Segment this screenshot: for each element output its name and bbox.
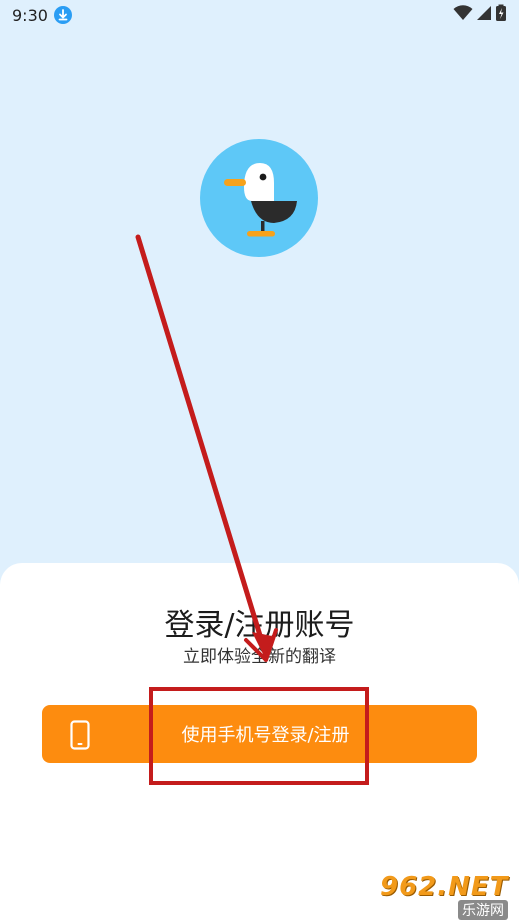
- status-time: 9:30: [12, 5, 48, 25]
- battery-icon: [495, 4, 507, 26]
- watermark-logo: 962.NET 乐游网: [380, 872, 514, 920]
- watermark-top: 962.NET: [380, 872, 509, 902]
- app-logo: [200, 139, 318, 257]
- status-left: 9:30: [12, 6, 72, 25]
- annotation-highlight-box: [149, 687, 369, 785]
- wifi-icon: [453, 5, 473, 25]
- status-right: [453, 4, 507, 26]
- download-icon: [53, 6, 72, 24]
- status-bar: 9:30: [0, 0, 519, 30]
- login-subtitle: 立即体验全新的翻译: [183, 647, 336, 667]
- watermark-bottom: 乐游网: [458, 900, 508, 920]
- signal-icon: [476, 5, 492, 25]
- seagull-logo-icon: [200, 139, 318, 257]
- login-title: 登录/注册账号: [164, 608, 355, 643]
